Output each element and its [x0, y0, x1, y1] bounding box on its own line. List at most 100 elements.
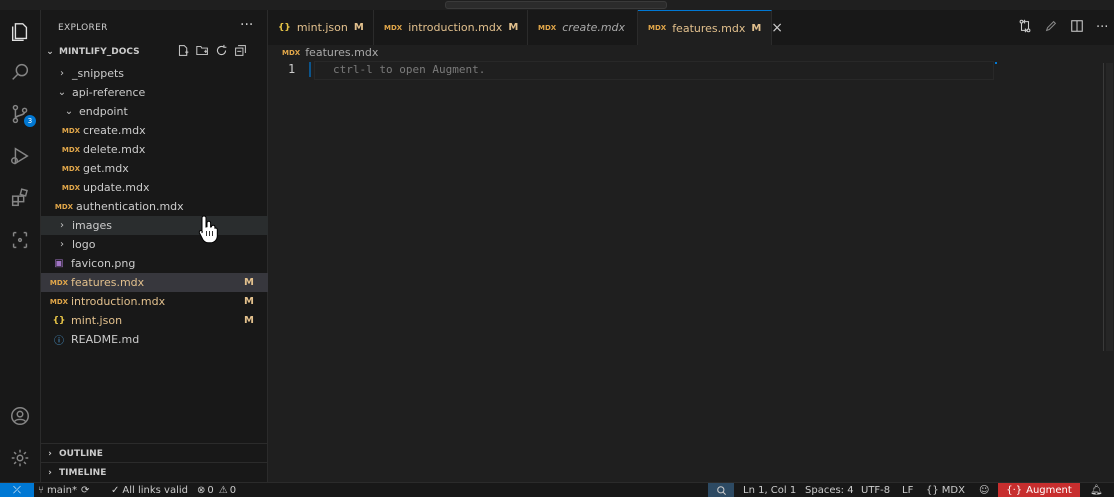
tab-features[interactable]: MDX features.mdx M ×	[638, 10, 783, 45]
search-icon[interactable]	[4, 56, 36, 88]
tab-create-preview[interactable]: MDX create.mdx	[528, 10, 638, 45]
command-center[interactable]	[445, 1, 667, 9]
extensions-icon[interactable]	[4, 182, 36, 214]
outline-section-header[interactable]: › OUTLINE	[41, 443, 267, 463]
tree-folder-logo[interactable]: › logo	[41, 235, 282, 254]
tree-file-introduction[interactable]: MDX introduction.mdx M	[41, 292, 277, 311]
mdx-file-icon: MDX	[61, 164, 81, 173]
chevron-right-icon: ›	[60, 68, 64, 79]
hand-pointer-icon	[198, 215, 218, 244]
workspace-header[interactable]: ⌄ MINTLIFY_DOCS	[41, 42, 267, 61]
zoom-icon[interactable]	[708, 483, 734, 497]
tree-folder-endpoint[interactable]: ⌄ endpoint	[41, 102, 289, 121]
account-icon[interactable]	[4, 400, 36, 432]
chevron-down-icon: ⌄	[64, 106, 74, 117]
tree-file-delete[interactable]: MDX delete.mdx	[41, 140, 289, 159]
error-icon: ⊗	[197, 485, 206, 496]
chevron-right-icon: ›	[60, 220, 64, 231]
explorer-title: EXPLORER	[58, 23, 108, 33]
tab-introduction[interactable]: MDX introduction.mdx M	[374, 10, 528, 45]
modified-badge: M	[244, 277, 254, 288]
modified-badge: M	[353, 22, 364, 33]
tree-file-readme[interactable]: ⓘ README.md	[41, 330, 277, 349]
mdx-file-icon: MDX	[384, 23, 403, 32]
more-actions-icon[interactable]: ···	[1096, 20, 1108, 35]
source-control-badge: 3	[24, 115, 36, 127]
split-editor-icon[interactable]	[1070, 19, 1084, 36]
tree-folder-images[interactable]: › images	[41, 216, 282, 235]
settings-gear-icon[interactable]	[4, 442, 36, 474]
modified-badge: M	[751, 22, 762, 34]
notifications-bell-icon[interactable]: 🔔︎	[1090, 484, 1103, 497]
mdx-file-icon: MDX	[61, 126, 81, 135]
chevron-right-icon: ›	[60, 239, 64, 250]
branch-status[interactable]: ⑂ main* ⟳	[38, 484, 89, 497]
indentation[interactable]: Spaces: 4	[805, 484, 854, 497]
language-mode[interactable]: {} MDX	[926, 484, 965, 497]
activity-bar: 3	[0, 10, 41, 482]
check-icon: ✓	[111, 485, 120, 496]
tree-folder-snippets[interactable]: › _snippets	[41, 64, 282, 83]
timeline-section-header[interactable]: › TIMELINE	[41, 462, 267, 482]
tree-file-mint-json[interactable]: {} mint.json M	[41, 311, 277, 330]
tree-file-favicon[interactable]: ▣ favicon.png	[41, 254, 277, 273]
problems-status[interactable]: ⊗ 0 ⚠ 0	[197, 484, 236, 497]
cursor-position[interactable]: Ln 1, Col 1	[743, 484, 796, 497]
mdx-file-icon: MDX	[648, 24, 667, 32]
minimap-marker	[995, 62, 997, 64]
modified-badge: M	[244, 296, 254, 307]
new-folder-icon[interactable]	[196, 44, 209, 60]
info-file-icon: ⓘ	[54, 336, 64, 347]
compare-changes-icon[interactable]	[1018, 19, 1032, 36]
tree-file-get[interactable]: MDX get.mdx	[41, 159, 289, 178]
remote-indicator-icon[interactable]: ⤫	[0, 483, 34, 497]
run-debug-icon[interactable]	[4, 140, 36, 172]
tree-file-authentication[interactable]: MDX authentication.mdx	[41, 197, 282, 216]
text-cursor	[309, 62, 311, 77]
vertical-scrollbar[interactable]	[1106, 63, 1113, 351]
tree-file-create[interactable]: MDX create.mdx	[41, 121, 289, 140]
encoding[interactable]: UTF-8	[861, 484, 890, 497]
edit-pencil-icon[interactable]	[1044, 19, 1058, 36]
chevron-down-icon: ⌄	[57, 87, 67, 98]
editor-area[interactable]: MDX features.mdx 1 ctrl-l to open Augmen…	[268, 45, 1114, 482]
source-control-icon[interactable]: 3	[4, 98, 36, 130]
sync-icon[interactable]: ⟳	[81, 485, 89, 496]
line-number: 1	[288, 62, 296, 76]
breadcrumb[interactable]: MDX features.mdx	[282, 46, 378, 59]
remote-explorer-icon[interactable]	[4, 224, 36, 256]
status-bar: ⤫ ⑂ main* ⟳ ✓ All links valid ⊗ 0 ⚠ 0 Ln…	[0, 482, 1114, 497]
tab-mint-json[interactable]: {} mint.json M	[268, 10, 374, 45]
mdx-file-icon: MDX	[54, 202, 74, 211]
copilot-icon[interactable]: ☺	[979, 484, 989, 497]
mdx-file-icon: MDX	[61, 183, 81, 192]
tree-file-update[interactable]: MDX update.mdx	[41, 178, 289, 197]
warning-icon: ⚠	[218, 485, 228, 496]
augment-hint-text: ctrl-l to open Augment.	[333, 63, 486, 76]
braces-icon: {}	[926, 485, 939, 496]
modified-badge: M	[508, 22, 519, 33]
mdx-file-icon: MDX	[538, 23, 557, 32]
explorer-sidebar: EXPLORER ··· ⌄ MINTLIFY_DOCS › _snippets…	[41, 10, 282, 482]
refresh-icon[interactable]	[215, 44, 228, 60]
git-branch-icon: ⑂	[38, 485, 44, 496]
json-file-icon: {}	[52, 315, 66, 326]
new-file-icon[interactable]	[177, 44, 190, 60]
augment-icon: {·}	[1006, 484, 1023, 496]
links-status[interactable]: ✓ All links valid	[111, 484, 188, 497]
line-ending[interactable]: LF	[902, 484, 913, 497]
chevron-right-icon: ›	[48, 448, 52, 459]
tree-file-features[interactable]: MDX features.mdx M	[41, 273, 277, 292]
more-actions-icon[interactable]: ···	[240, 17, 253, 33]
mdx-file-icon: MDX	[49, 297, 69, 306]
augment-status[interactable]: {·} Augment	[998, 483, 1080, 497]
overview-ruler	[1103, 63, 1104, 351]
tree-folder-api-reference[interactable]: ⌄ api-reference	[41, 83, 282, 102]
close-tab-icon[interactable]: ×	[771, 20, 783, 36]
workspace-name: MINTLIFY_DOCS	[59, 46, 140, 57]
explorer-icon[interactable]	[4, 16, 36, 48]
collapse-all-icon[interactable]	[234, 44, 247, 60]
json-file-icon: {}	[278, 22, 291, 33]
chevron-right-icon: ›	[48, 467, 52, 478]
chevron-down-icon: ⌄	[46, 46, 54, 57]
